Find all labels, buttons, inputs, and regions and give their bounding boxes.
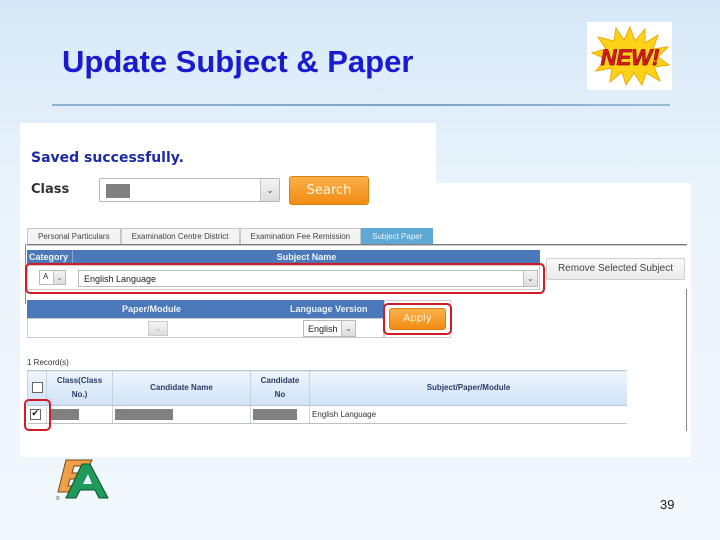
records-count: 1 Record(s): [27, 358, 69, 367]
paper-row: ⌄ English ⌄: [27, 318, 384, 338]
select-all-checkbox[interactable]: [31, 382, 43, 394]
table-row[interactable]: English Language: [27, 405, 627, 424]
highlight-box-checkbox: [24, 399, 51, 431]
highlight-box-apply: [383, 303, 452, 335]
svg-text:NEW!: NEW!: [600, 45, 659, 70]
hkeaa-logo-icon: ©: [56, 459, 109, 502]
status-message: Saved successfully.: [31, 150, 184, 166]
highlight-box-subject: [25, 263, 545, 294]
candidate-no-cell: [250, 405, 310, 424]
redacted-value: [106, 184, 130, 198]
redacted-value: [49, 409, 79, 420]
redacted-value: [253, 409, 297, 420]
page-number: 39: [660, 497, 675, 512]
language-version-header: Language Version: [290, 304, 368, 314]
language-version-select[interactable]: English ⌄: [303, 320, 356, 337]
new-starburst-icon: NEW!: [590, 25, 670, 87]
chevron-down-icon[interactable]: ⌄: [149, 322, 167, 335]
tab-bar: Personal Particulars Examination Centre …: [27, 228, 434, 245]
remove-selected-subject-button[interactable]: Remove Selected Subject: [546, 258, 685, 280]
paper-module-select[interactable]: ⌄: [148, 321, 168, 336]
class-label: Class: [31, 182, 70, 197]
column-header: Class(Class No.): [46, 370, 113, 406]
column-header: Candidate Name: [112, 370, 251, 406]
subject-cell: English Language: [309, 405, 627, 424]
tab-subject-paper[interactable]: Subject Paper: [361, 228, 434, 245]
slide-title: Update Subject & Paper: [62, 44, 414, 79]
tab-personal-particulars[interactable]: Personal Particulars: [27, 228, 121, 245]
title-divider: [52, 104, 670, 106]
tab-examination-centre-district[interactable]: Examination Centre District: [120, 228, 240, 245]
chevron-down-icon[interactable]: ⌄: [260, 179, 279, 201]
class-no-cell: [46, 405, 113, 424]
column-header: Candidate No: [250, 370, 310, 406]
table-header-row: Class(Class No.) Candidate Name Candidate…: [27, 370, 627, 406]
results-table: Class(Class No.) Candidate Name Candidate…: [27, 370, 627, 424]
search-button[interactable]: Search: [289, 176, 369, 205]
new-badge: NEW!: [587, 22, 672, 90]
column-header: Subject/Paper/Module: [309, 370, 627, 406]
redacted-value: [115, 409, 173, 420]
frame-border: [686, 289, 687, 431]
class-select[interactable]: ⌄: [99, 178, 280, 202]
paper-module-header: Paper/Module: [122, 304, 182, 314]
candidate-name-cell: [112, 405, 251, 424]
tab-divider: [27, 244, 687, 246]
tab-examination-fee-remission[interactable]: Examination Fee Remission: [239, 228, 362, 245]
paper-header: Paper/Module Language Version: [27, 300, 384, 318]
svg-text:©: ©: [56, 495, 60, 502]
chevron-down-icon[interactable]: ⌄: [341, 321, 355, 336]
